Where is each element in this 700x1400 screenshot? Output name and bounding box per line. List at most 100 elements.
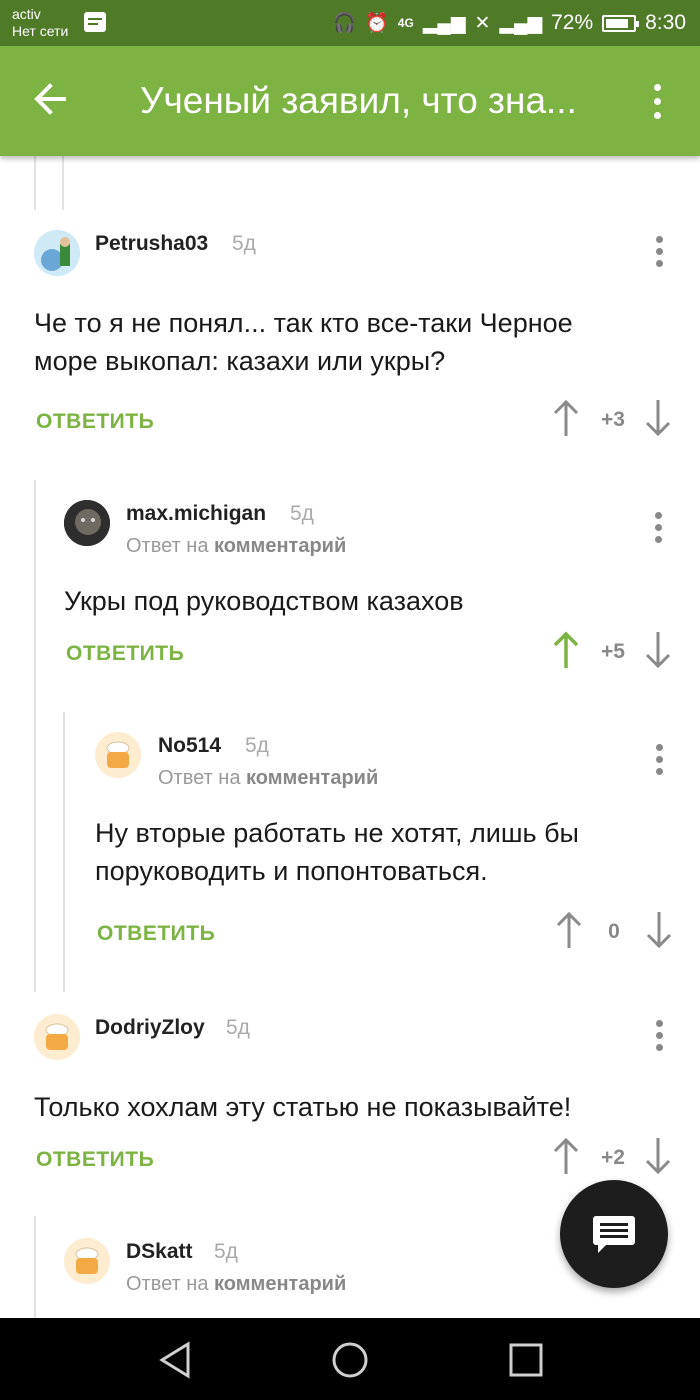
arrow-up-icon [553,399,579,436]
comment: No514 5д Ответ на комментарий Ну вторые … [95,732,675,962]
comment-text-line: Укры под руководством казахов [64,586,464,616]
comment-text: Укры под руководством казахов [64,582,664,620]
reply-button[interactable]: ОТВЕТИТЬ [66,642,184,666]
reply-button[interactable]: ОТВЕТИТЬ [97,922,215,946]
comment-score: +3 [601,408,625,431]
comment-score: +5 [601,640,625,663]
comment-text: Че то я не понял... так кто все-таки Чер… [34,304,674,380]
avatar[interactable] [64,500,110,546]
comment-author[interactable]: DSkatt [126,1240,193,1264]
arrow-up-icon [556,911,582,948]
comment: Petrusha03 5д Че то я не понял... так кт… [34,230,674,450]
nav-recents-button[interactable] [506,1340,546,1380]
reply-to: Ответ на комментарий [126,535,346,558]
comment-time: 5д [245,734,269,757]
comment-text: Только хохлам эту статью не показывайте! [34,1088,684,1126]
reply-to-link[interactable]: комментарий [246,767,378,789]
upvote-button[interactable] [552,398,580,438]
comment-header: No514 5д Ответ на комментарий [95,732,675,789]
reply-to: Ответ на комментарий [158,767,378,790]
vote-controls: +3 [550,398,680,438]
square-recents-icon [509,1343,543,1377]
thread-line [63,712,65,992]
avatar[interactable] [95,732,141,778]
comment-author[interactable]: max.michigan [126,502,266,526]
carrier-name: activ [12,6,41,22]
comment-time: 5д [290,502,314,525]
reply-to-prefix: Ответ на [126,1273,209,1295]
downvote-button[interactable] [644,630,672,670]
upvote-button[interactable] [552,1136,580,1176]
signal-icon: ▂▄▆ [422,12,466,34]
headset-icon: 🎧 [332,12,357,34]
comment-text: Ну вторые работать не хотят, лишь бы пор… [95,814,675,890]
downvote-button[interactable] [644,1136,672,1176]
avatar-image [64,1238,110,1284]
downvote-button[interactable] [645,910,673,950]
comment-menu-button[interactable] [649,1018,669,1054]
more-vert-icon [655,512,662,519]
circle-home-icon [332,1342,368,1378]
thread-line [34,156,36,210]
clock: 8:30 [645,11,686,34]
reply-to-prefix: Ответ на [126,535,209,557]
back-button[interactable] [30,79,78,123]
battery-icon [602,14,640,32]
reply-button[interactable]: ОТВЕТИТЬ [36,1148,154,1172]
comment-time: 5д [232,232,256,255]
more-vert-icon [656,236,663,243]
comment-time: 5д [226,1016,250,1039]
avatar-image [95,732,141,778]
no-call-icon: ✕ [474,12,491,34]
comment-text-line: Только хохлам эту статью не показывайте! [34,1092,572,1122]
signal-icon-2: ▂▄▆ [499,12,543,34]
comment-text-line: Ну вторые работать не хотят, лишь бы [95,818,579,848]
status-bar: activ Нет сети 🎧 ⏰ 4G ▂▄▆ ✕ ▂▄▆ 72% 8:30 [0,0,700,46]
nav-home-button[interactable] [330,1340,370,1380]
comment-menu-button[interactable] [649,234,669,270]
comment-header: Petrusha03 5д [34,230,674,278]
comment-menu-button[interactable] [648,510,668,546]
arrow-up-icon [553,631,579,668]
more-vert-icon [656,1020,663,1027]
comment-icon [593,1216,635,1253]
network-status: Нет сети [12,23,69,39]
alarm-icon: ⏰ [365,12,389,34]
comment-score: +2 [601,1146,625,1169]
app-bar: Ученый заявил, что зна... [0,46,700,156]
vote-controls: +2 [550,1136,680,1176]
comment-text-line: поруководить и попонтоваться. [95,856,488,886]
network-type: 4G [397,16,414,30]
reply-to-link[interactable]: комментарий [214,1273,346,1295]
reply-to-link[interactable]: комментарий [214,535,346,557]
reply-button[interactable]: ОТВЕТИТЬ [36,410,154,434]
overflow-menu-button[interactable] [646,82,670,122]
more-vert-icon [656,744,663,751]
avatar[interactable] [64,1238,110,1284]
upvote-button[interactable] [555,910,583,950]
more-vert-icon [654,84,661,91]
avatar[interactable] [34,1014,80,1060]
nav-back-button[interactable] [156,1340,196,1380]
comment-header: max.michigan 5д Ответ на комментарий [64,500,674,557]
comment-author[interactable]: DodriyZloy [95,1016,205,1040]
triangle-back-icon [159,1341,190,1379]
comment-score: 0 [608,920,620,943]
arrow-down-icon [645,632,671,669]
comment: DodriyZloy 5д Только хохлам эту статью н… [34,1014,674,1194]
new-comment-fab[interactable] [560,1180,668,1288]
upvote-button[interactable] [552,630,580,670]
thread-line [62,156,64,210]
comment-menu-button[interactable] [649,742,669,778]
comment: max.michigan 5д Ответ на комментарий Укр… [64,500,674,690]
arrow-down-icon [645,400,671,437]
comments-list[interactable]: Petrusha03 5д Че то я не понял... так кт… [0,156,700,1318]
comment-header: DodriyZloy 5д [34,1014,674,1062]
downvote-button[interactable] [644,398,672,438]
comment-author[interactable]: Petrusha03 [95,232,208,256]
avatar-image [34,230,80,276]
thread-line [34,1216,36,1318]
comment-author[interactable]: No514 [158,734,221,758]
comment-time: 5д [214,1240,238,1263]
avatar[interactable] [34,230,80,276]
